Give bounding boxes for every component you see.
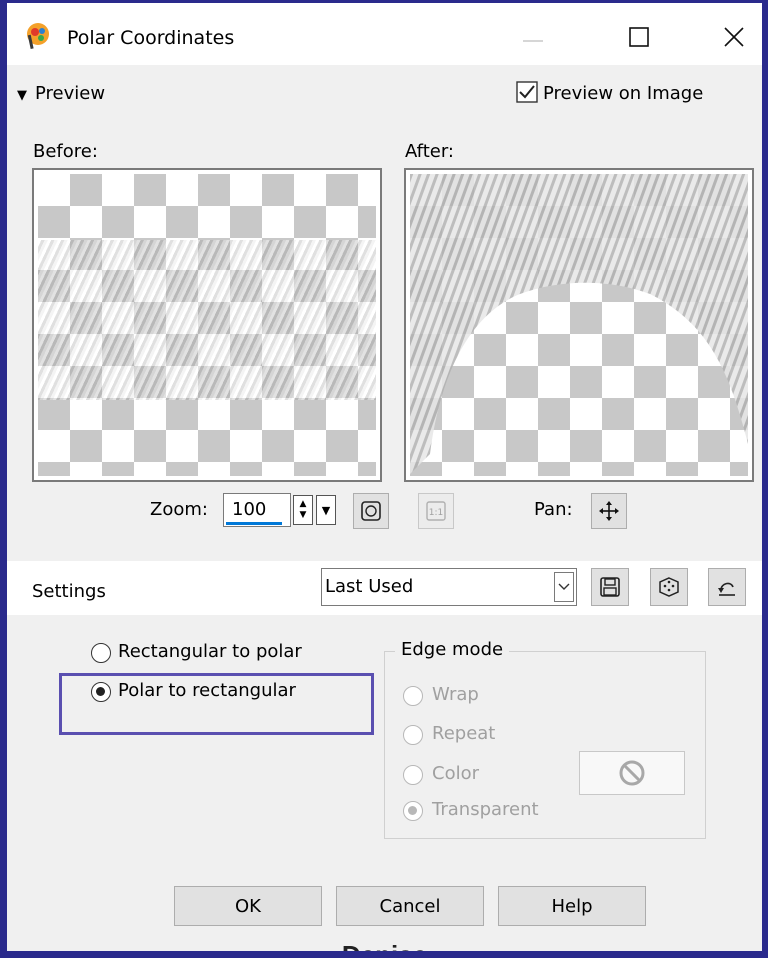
minimize-icon: [523, 40, 543, 42]
actual-size-icon: 1:1: [426, 501, 446, 521]
preview-toggle[interactable]: ▼ Preview: [17, 83, 105, 104]
svg-text:1:1: 1:1: [429, 508, 443, 518]
after-preview: [404, 168, 754, 482]
maximize-icon: [629, 27, 649, 47]
after-label: After:: [405, 141, 454, 162]
settings-preset-value: Last Used: [325, 576, 414, 597]
zoom-input[interactable]: 100: [223, 493, 291, 527]
repeat-label: Repeat: [432, 723, 496, 744]
preview-on-image-checkbox[interactable]: Preview on Image: [516, 81, 703, 104]
before-label: Before:: [33, 141, 98, 162]
radio-color[interactable]: [403, 765, 423, 785]
pan-button[interactable]: [591, 493, 627, 529]
zoom-to-fit-button[interactable]: [353, 493, 389, 529]
move-arrows-icon: [599, 501, 619, 521]
maximize-button[interactable]: [612, 15, 666, 59]
triangle-down-icon: ▼: [17, 88, 27, 103]
wrap-label: Wrap: [432, 684, 479, 705]
preview-section: ▼ Preview Preview on Image Before: After:: [7, 65, 762, 561]
after-distortion-overlay: [410, 174, 748, 474]
randomize-button[interactable]: [650, 568, 688, 606]
title-bar: Polar Coordinates: [7, 3, 762, 65]
edge-mode-label: Edge mode: [395, 639, 510, 660]
cancel-button[interactable]: Cancel: [336, 886, 484, 926]
zoom-spinner[interactable]: ▲ ▼: [293, 495, 313, 525]
polar-coordinates-dialog: Polar Coordinates ▼ Preview Preview on Im…: [7, 3, 762, 951]
radio-repeat[interactable]: [403, 725, 423, 745]
window-title: Polar Coordinates: [67, 27, 235, 49]
rectangular-to-polar-label: Rectangular to polar: [118, 641, 302, 662]
spin-down-icon: ▼: [299, 510, 307, 520]
preset-dropdown-arrow[interactable]: [554, 572, 574, 602]
radio-rectangular-to-polar[interactable]: [91, 643, 111, 663]
preview-section-label: Preview: [35, 83, 106, 104]
edge-color-swatch[interactable]: [579, 751, 685, 795]
dice-icon: [659, 577, 679, 597]
zoom-fit-icon: [361, 501, 381, 521]
settings-bar: Settings Last Used: [7, 561, 762, 615]
transparent-label: Transparent: [432, 799, 539, 820]
watermark-text: Denise: [7, 942, 762, 951]
zoom-label: Zoom:: [150, 499, 208, 520]
before-preview: [32, 168, 382, 482]
floppy-disk-icon: [600, 577, 620, 597]
close-icon: [724, 27, 744, 47]
chevron-down-icon: [558, 583, 570, 590]
minimize-button[interactable]: [506, 15, 560, 59]
zoom-focus-underline: [226, 522, 282, 525]
spin-up-icon: ▲: [299, 499, 307, 509]
reset-arrow-icon: [718, 582, 735, 596]
chevron-down-icon: ▼: [321, 503, 331, 517]
ok-button[interactable]: OK: [174, 886, 322, 926]
reset-button[interactable]: [708, 568, 746, 606]
help-button[interactable]: Help: [498, 886, 646, 926]
zoom-dropdown-button[interactable]: ▼: [316, 495, 336, 525]
preview-on-image-label: Preview on Image: [543, 83, 704, 104]
checkbox-checked-icon: [516, 81, 538, 103]
actual-size-button[interactable]: 1:1: [418, 493, 454, 529]
settings-label: Settings: [32, 581, 106, 602]
pan-label: Pan:: [534, 499, 573, 520]
save-preset-button[interactable]: [591, 568, 629, 606]
zoom-value: 100: [232, 499, 267, 520]
no-color-icon: [619, 760, 645, 786]
radio-transparent[interactable]: [403, 801, 423, 821]
color-label: Color: [432, 763, 479, 784]
highlight-box: [59, 673, 374, 735]
app-icon: [27, 23, 49, 50]
radio-wrap[interactable]: [403, 686, 423, 706]
options-section: Rectangular to polar Polar to rectangula…: [7, 615, 762, 951]
close-button[interactable]: [707, 15, 761, 59]
settings-preset-select[interactable]: Last Used: [321, 568, 577, 606]
